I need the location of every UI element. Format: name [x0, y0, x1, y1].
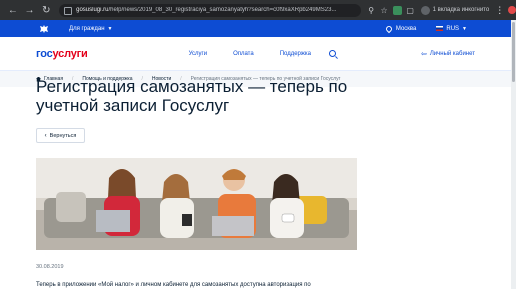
- gosuslugi-logo[interactable]: госуслуги: [36, 48, 88, 60]
- scrollbar-thumb[interactable]: [512, 22, 515, 82]
- top-bar: Для граждан ▼ Москва RUS ▼: [0, 20, 511, 37]
- personal-cabinet-link[interactable]: ⇦ Личный кабинет: [421, 50, 475, 58]
- main-menu: Услуги Оплата Поддержка: [189, 51, 337, 57]
- menu-item-support[interactable]: Поддержка: [280, 51, 311, 57]
- address-bar[interactable]: gosuslugi.ru/help/news/2019_08_30_regist…: [59, 3, 361, 17]
- url-text: gosuslugi.ru/help/news/2019_08_30_regist…: [76, 7, 337, 13]
- star-icon[interactable]: ☆: [380, 6, 389, 15]
- chevron-down-icon: ▼: [462, 25, 467, 32]
- chevron-down-icon: ▼: [107, 25, 113, 32]
- scrollbar[interactable]: [511, 20, 516, 289]
- publication-date: 30.08.2019: [36, 264, 64, 270]
- lock-icon: [64, 7, 73, 15]
- login-icon: ⇦: [420, 50, 427, 58]
- browser-menu-icon[interactable]: ⋮: [495, 5, 504, 16]
- location-pin-icon: [384, 24, 394, 33]
- language-selector[interactable]: RUS ▼: [436, 26, 467, 32]
- article-lead: Теперь в приложении «Мой налог» и личном…: [36, 282, 311, 288]
- article-photo: [36, 158, 357, 250]
- incognito-icon: [420, 5, 430, 15]
- forward-arrow-icon[interactable]: →: [23, 3, 37, 17]
- back-arrow-icon[interactable]: ←: [6, 3, 20, 17]
- russia-flag-icon: [436, 26, 444, 31]
- emblem-icon[interactable]: [38, 24, 49, 34]
- menu-item-services[interactable]: Услуги: [189, 51, 207, 57]
- browser-toolbar: ← → ↻ gosuslugi.ru/help/news/2019_08_30_…: [0, 0, 516, 20]
- location-selector[interactable]: Москва: [384, 24, 416, 33]
- page-title: Регистрация самозанятых — теперь по учет…: [36, 77, 348, 115]
- audience-selector[interactable]: Для граждан ▼: [69, 26, 112, 32]
- back-button[interactable]: ‹ Вернуться: [36, 128, 85, 143]
- chevron-left-icon: ‹: [44, 132, 47, 139]
- record-icon[interactable]: [508, 6, 516, 14]
- extension-icon[interactable]: [392, 5, 402, 15]
- key-icon[interactable]: ⚲: [367, 6, 376, 15]
- search-icon[interactable]: [329, 49, 337, 57]
- reload-icon[interactable]: ↻: [39, 3, 53, 17]
- site-header: госуслуги Услуги Оплата Поддержка ⇦ Личн…: [0, 37, 511, 71]
- incognito-indicator[interactable]: 1 вкладка инкогнито: [420, 5, 489, 15]
- extension-icon[interactable]: ▢: [406, 6, 415, 15]
- menu-item-payment[interactable]: Оплата: [233, 51, 254, 57]
- web-page: Для граждан ▼ Москва RUS ▼ госуслуги Усл…: [0, 20, 511, 289]
